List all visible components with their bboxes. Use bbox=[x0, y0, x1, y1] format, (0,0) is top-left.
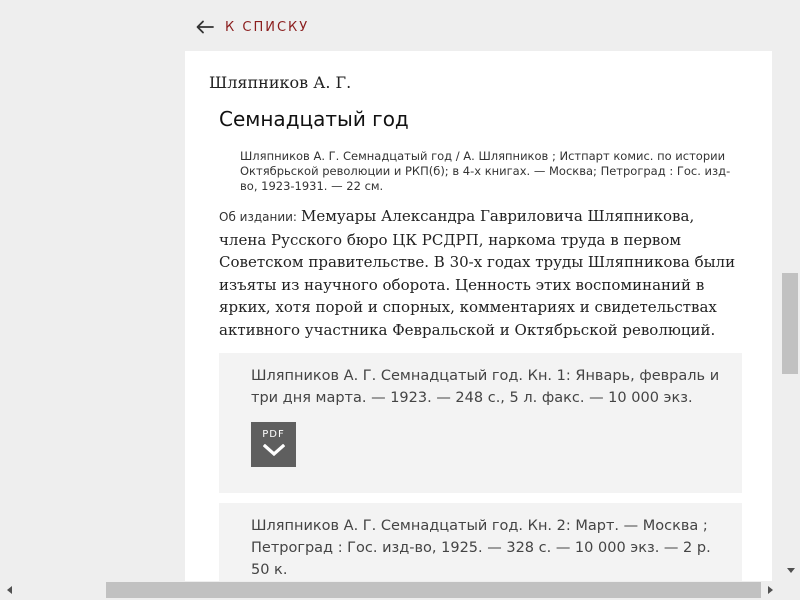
scroll-right-arrow-icon[interactable] bbox=[768, 586, 773, 594]
book-title: Семнадцатый год bbox=[219, 107, 409, 131]
about-edition-text: Мемуары Александра Гавриловича Шляпников… bbox=[219, 207, 736, 339]
volume-item: Шляпников А. Г. Семнадцатый год. Кн. 1: … bbox=[219, 353, 742, 493]
volume-description: Шляпников А. Г. Семнадцатый год. Кн. 2: … bbox=[251, 518, 711, 578]
about-edition: Об издании: Мемуары Александра Гаврилович… bbox=[219, 205, 739, 341]
scroll-down-arrow-icon[interactable] bbox=[787, 568, 795, 573]
arrow-left-icon bbox=[196, 20, 214, 34]
book-card: Шляпников А. Г. Семнадцатый год Шляпнико… bbox=[185, 51, 772, 581]
back-link-label: К СПИСКУ bbox=[225, 19, 310, 35]
book-author[interactable]: Шляпников А. Г. bbox=[209, 73, 351, 92]
horizontal-scrollbar-thumb[interactable] bbox=[106, 582, 761, 598]
bibliographic-record: Шляпников А. Г. Семнадцатый год / А. Шля… bbox=[240, 149, 731, 193]
scroll-left-arrow-icon[interactable] bbox=[7, 586, 12, 594]
volume-description: Шляпников А. Г. Семнадцатый год. Кн. 1: … bbox=[251, 368, 720, 406]
volume-item: Шляпников А. Г. Семнадцатый год. Кн. 2: … bbox=[219, 503, 742, 581]
back-to-list-link[interactable]: К СПИСКУ bbox=[196, 17, 309, 37]
vertical-scrollbar-thumb[interactable] bbox=[782, 273, 798, 374]
about-edition-label: Об издании: bbox=[219, 210, 297, 224]
chevron-down-icon bbox=[262, 444, 285, 456]
pdf-label: PDF bbox=[262, 429, 285, 440]
pdf-download-button[interactable]: PDF bbox=[251, 422, 296, 467]
